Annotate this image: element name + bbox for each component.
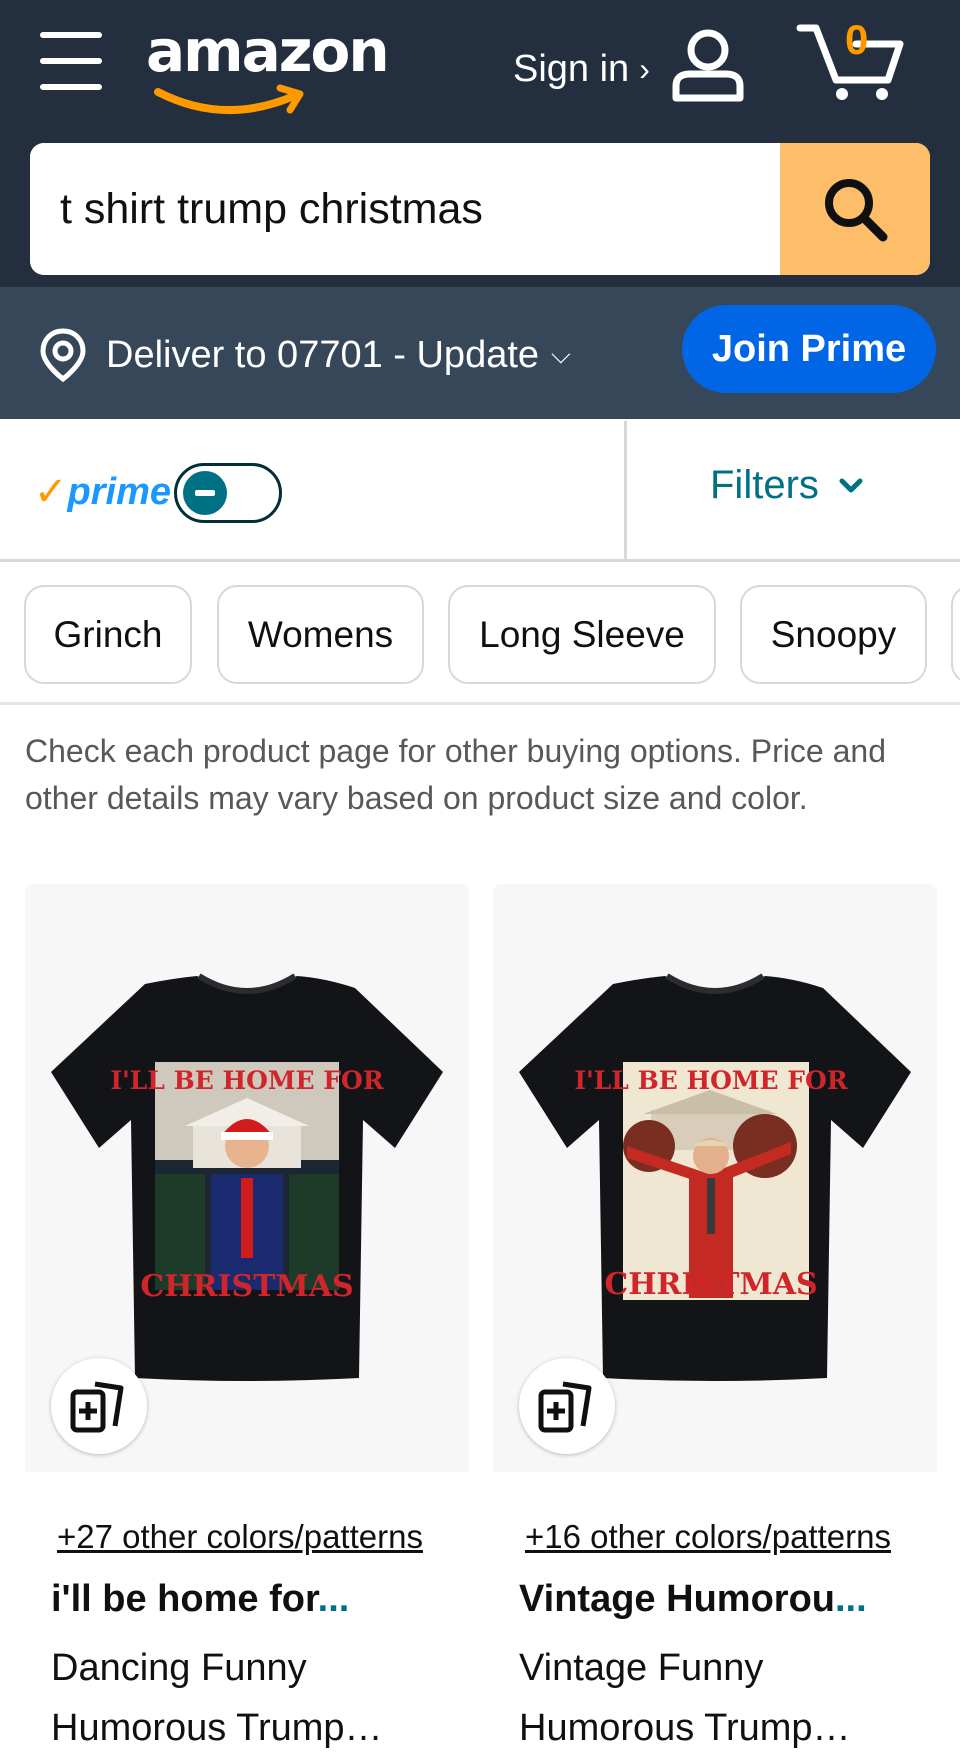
product-card[interactable]: I'LL BE HOME FOR CHRISTMAS +27 other col… <box>25 884 469 1757</box>
deliver-to-link[interactable]: Deliver to 07701 - Update ⌵ <box>38 327 571 383</box>
top-navigation-bar: amazon Sign in › 0 <box>0 0 960 287</box>
cart-count: 0 <box>845 16 869 63</box>
product-image[interactable]: I'LL BE HOME FOR CHRISTMAS <box>25 884 469 1472</box>
product-brand[interactable]: Vintage Humorou... <box>519 1578 929 1621</box>
compare-icon <box>538 1381 592 1433</box>
product-image[interactable]: I'LL BE HOME FOR CHRISTMAS <box>493 884 937 1472</box>
logo-smile-icon <box>154 84 304 115</box>
deliver-label: Deliver to 07701 - Update <box>106 333 540 376</box>
product-title[interactable]: Vintage Funny Humorous Trump… <box>519 1638 929 1757</box>
brand-text: i'll be home for <box>51 1578 318 1620</box>
shirt-text-bottom: CHRISTMAS <box>140 1269 353 1304</box>
title-line-1: Vintage Funny <box>519 1647 764 1689</box>
title-line-2: Humorous Trump… <box>51 1707 383 1749</box>
chip-grinch[interactable]: Grinch <box>24 585 192 684</box>
toggle-knob <box>183 471 227 515</box>
shirt-text-top: I'LL BE HOME FOR <box>110 1066 383 1095</box>
title-line-2: Humorous Trump… <box>519 1707 851 1749</box>
divider <box>624 421 627 559</box>
prime-toggle[interactable] <box>174 463 282 523</box>
filters-button[interactable]: Filters <box>710 463 863 508</box>
sign-in-chevron: › <box>639 50 650 87</box>
join-prime-button[interactable]: Join Prime <box>682 305 936 393</box>
delivery-bar: Deliver to 07701 - Update ⌵ Join Prime <box>0 287 960 419</box>
shirt-text-top: I'LL BE HOME FOR <box>574 1066 847 1095</box>
chevron-down-icon <box>839 478 863 492</box>
compare-icon <box>70 1381 124 1433</box>
chip-snoopy[interactable]: Snoopy <box>740 585 927 684</box>
other-colors-link[interactable]: +27 other colors/patterns <box>57 1518 423 1556</box>
other-colors-link[interactable]: +16 other colors/patterns <box>525 1518 891 1556</box>
prime-word: prime <box>67 470 171 513</box>
chip-long-sleeve[interactable]: Long Sleeve <box>448 585 716 684</box>
brand-more: ... <box>835 1578 867 1620</box>
chip-partial[interactable] <box>951 585 960 684</box>
shirt-text-bottom: CHRISTMAS <box>604 1267 817 1302</box>
product-brand[interactable]: i'll be home for... <box>51 1578 461 1621</box>
compare-button[interactable] <box>519 1358 615 1454</box>
filters-label: Filters <box>710 463 819 507</box>
title-line-1: Dancing Funny <box>51 1647 307 1689</box>
brand-more: ... <box>317 1578 350 1620</box>
search-bar <box>30 143 930 275</box>
amazon-logo[interactable]: amazon <box>146 17 390 116</box>
brand-text: Vintage Humorou <box>519 1578 835 1620</box>
location-pin-icon <box>40 328 86 383</box>
chip-womens[interactable]: Womens <box>217 585 424 684</box>
search-input[interactable] <box>30 143 780 275</box>
menu-icon[interactable] <box>40 32 102 90</box>
chevron-down-icon: ⌵ <box>551 339 571 369</box>
prime-filter-bar: ✓ prime Filters <box>0 419 960 562</box>
search-button[interactable] <box>780 143 930 275</box>
compare-button[interactable] <box>51 1358 147 1454</box>
logo-text: amazon <box>146 17 390 85</box>
search-icon <box>825 179 888 242</box>
prime-check-icon: ✓ <box>34 470 68 514</box>
product-title[interactable]: Dancing Funny Humorous Trump… <box>51 1638 461 1757</box>
buying-options-notice: Check each product page for other buying… <box>25 733 886 816</box>
sign-in-link[interactable]: Sign in › <box>513 44 650 94</box>
sign-in-label: Sign in <box>513 47 630 90</box>
prime-logo: ✓ prime <box>34 469 171 515</box>
product-card[interactable]: I'LL BE HOME FOR CHRISTMAS +16 other col… <box>493 884 937 1757</box>
user-icon[interactable] <box>670 26 746 102</box>
refinement-chips: Grinch Womens Long Sleeve Snoopy <box>0 565 960 705</box>
